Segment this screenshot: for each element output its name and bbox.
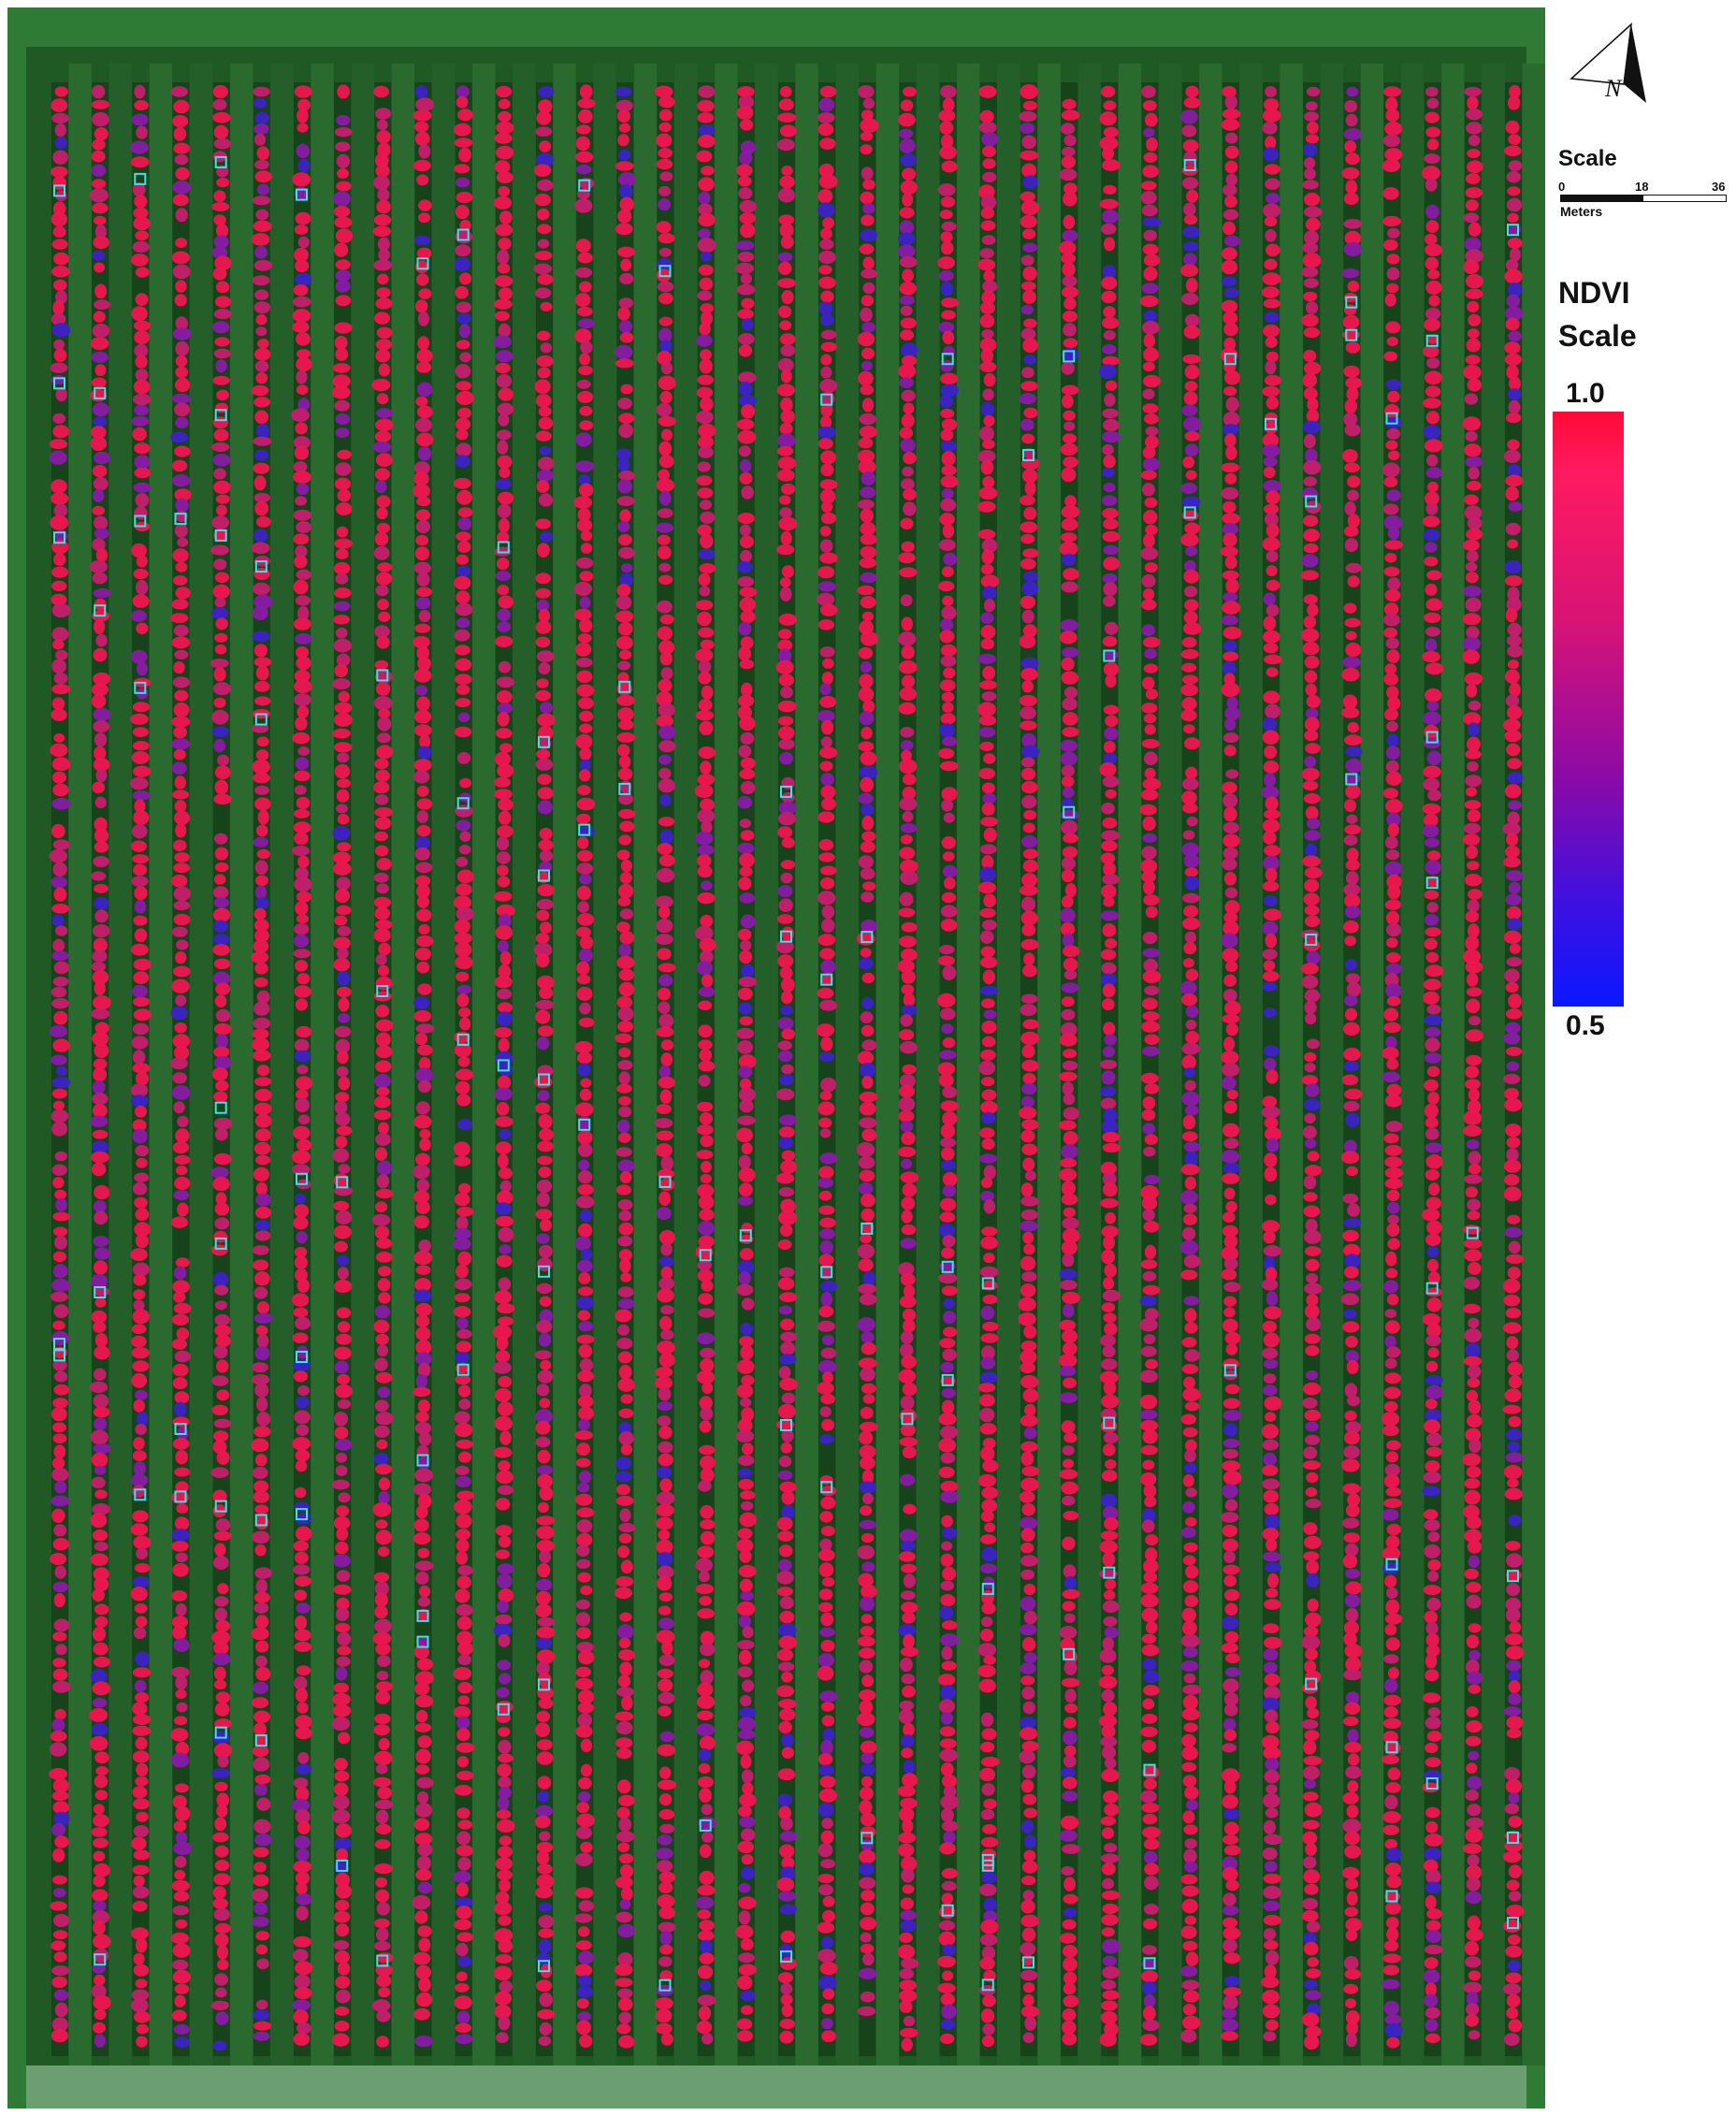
scale-bar [1560,195,1727,202]
ndvi-title-line1: NDVI [1558,276,1630,310]
north-arrow-icon [1570,22,1646,103]
scale-tick-0: 0 [1558,180,1566,194]
ndvi-color-ramp [1553,412,1624,1007]
ndvi-orchard-map [7,7,1545,2109]
north-letter: N [1605,75,1622,102]
scale-tick-36: 36 [1712,180,1726,194]
tree-rows [49,64,1545,2065]
ndvi-max-label: 1.0 [1566,378,1605,409]
ndvi-min-label: 0.5 [1566,1010,1605,1041]
ndvi-title-line2: Scale [1558,319,1637,353]
scale-tick-18: 18 [1635,180,1649,194]
map-legend: N Scale 0 18 36 Meters NDVI Scale 1.0 0.… [1553,0,1736,1123]
scale-title: Scale [1558,146,1617,171]
orchard-field [7,7,1545,2109]
ndvi-legend-title: NDVI Scale [1558,271,1637,357]
scale-units: Meters [1560,204,1603,219]
